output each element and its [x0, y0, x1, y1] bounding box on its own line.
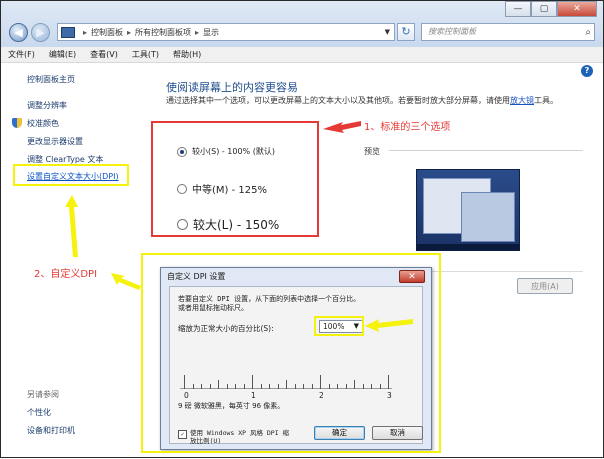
- minimize-button[interactable]: —: [505, 1, 531, 17]
- preview-taskbar: [417, 244, 519, 250]
- breadcrumb-item[interactable]: 显示: [203, 27, 219, 38]
- title-bar: — ▢ ✕ ◀ ▶ ▸ 控制面板 ▸ 所有控制面板项 ▸ 显示 ▼ ↻ 搜索控制…: [1, 1, 603, 47]
- sidebar-item-devices-printers[interactable]: 设备和打印机: [27, 425, 75, 436]
- maximize-button[interactable]: ▢: [531, 1, 557, 17]
- chevron-down-icon[interactable]: ▼: [385, 28, 390, 36]
- sidebar-item-personalization[interactable]: 个性化: [27, 407, 51, 418]
- annotation-yellow-box-sidebar: [13, 164, 129, 186]
- sidebar-item-resolution[interactable]: 调整分辨率: [27, 100, 67, 111]
- annotation-note-custom-dpi: 2、自定义DPI: [34, 269, 98, 280]
- back-button[interactable]: ◀: [9, 23, 28, 42]
- annotation-yellow-box-scale: [314, 316, 364, 336]
- preview-divider: [389, 150, 583, 151]
- sidebar-item-home[interactable]: 控制面板主页: [27, 74, 75, 85]
- menu-tools[interactable]: 工具(T): [125, 47, 166, 62]
- preview-window: [461, 192, 515, 242]
- close-button[interactable]: ✕: [557, 1, 597, 17]
- breadcrumb-sep-icon: ▸: [83, 27, 88, 37]
- page-title: 使阅读屏幕上的内容更容易: [166, 81, 298, 94]
- menu-view[interactable]: 查看(V): [83, 47, 125, 62]
- breadcrumb-item[interactable]: 控制面板: [91, 27, 123, 38]
- search-placeholder: 搜索控制面板: [428, 27, 476, 36]
- search-icon[interactable]: ⌕: [585, 25, 591, 41]
- sidebar-item-display-settings[interactable]: 更改显示器设置: [27, 136, 83, 147]
- description-text: 通过选择其中一个选项，可以更改屏幕上的文本大小以及其他项。若要暂时放大部分屏幕，…: [166, 96, 510, 105]
- search-input[interactable]: 搜索控制面板 ⌕: [421, 23, 595, 41]
- menu-help[interactable]: 帮助(H): [166, 47, 208, 62]
- see-also-heading: 另请参阅: [27, 390, 59, 399]
- address-bar[interactable]: ▸ 控制面板 ▸ 所有控制面板项 ▸ 显示 ▼: [57, 23, 395, 41]
- page-description: 通过选择其中一个选项，可以更改屏幕上的文本大小以及其他项。若要暂时放大部分屏幕，…: [166, 96, 586, 106]
- red-arrow-icon: [323, 121, 361, 133]
- annotation-red-box: [151, 121, 319, 237]
- sidebar: [1, 63, 147, 457]
- control-panel-window: — ▢ ✕ ◀ ▶ ▸ 控制面板 ▸ 所有控制面板项 ▸ 显示 ▼ ↻ 搜索控制…: [0, 0, 604, 458]
- description-tail: 工具。: [534, 96, 558, 105]
- control-panel-icon: [61, 26, 75, 38]
- menu-file[interactable]: 文件(F): [1, 47, 42, 62]
- refresh-button[interactable]: ↻: [397, 23, 415, 41]
- menu-bar: 文件(F) 编辑(E) 查看(V) 工具(T) 帮助(H): [1, 47, 603, 63]
- breadcrumb-sep-icon: ▸: [127, 27, 132, 37]
- menu-edit[interactable]: 编辑(E): [42, 47, 83, 62]
- apply-button[interactable]: 应用(A): [517, 278, 573, 294]
- preview-monitor-image: [416, 169, 520, 251]
- preview-label: 预览: [364, 147, 380, 156]
- annotation-yellow-box-dialog: [141, 253, 441, 453]
- help-icon[interactable]: ?: [581, 65, 593, 77]
- divider: [431, 271, 583, 272]
- breadcrumb-item[interactable]: 所有控制面板项: [135, 27, 191, 38]
- shield-icon: [12, 118, 22, 128]
- magnifier-link[interactable]: 放大镜: [510, 96, 534, 105]
- forward-button[interactable]: ▶: [31, 23, 50, 42]
- sidebar-item-calibrate-color[interactable]: 校准颜色: [27, 118, 59, 129]
- window-controls: — ▢ ✕: [505, 1, 597, 17]
- breadcrumb-sep-icon: ▸: [195, 27, 200, 37]
- annotation-note-options: 1、标准的三个选项: [364, 122, 451, 133]
